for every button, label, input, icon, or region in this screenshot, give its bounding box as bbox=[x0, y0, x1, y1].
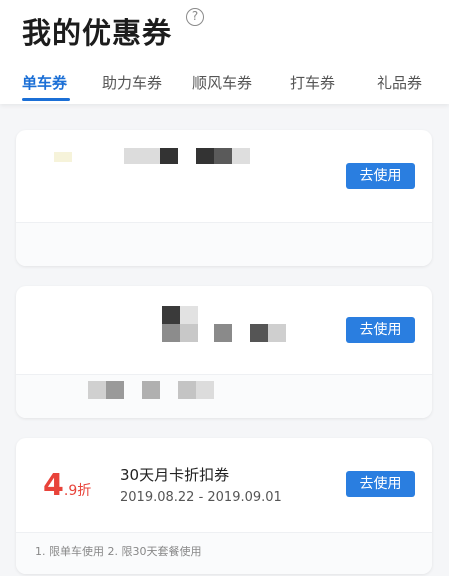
discount-main: 4 bbox=[43, 468, 64, 503]
coupon-footer bbox=[16, 222, 432, 266]
use-coupon-button[interactable]: 去使用 bbox=[346, 317, 415, 343]
tab-bike[interactable]: 单车券 bbox=[22, 72, 67, 93]
redacted-block bbox=[250, 324, 268, 342]
tab-active-indicator bbox=[22, 98, 70, 101]
redacted-block bbox=[268, 324, 286, 342]
use-coupon-button[interactable]: 去使用 bbox=[346, 163, 415, 189]
coupon-validity: 2019.08.22 - 2019.09.01 bbox=[120, 490, 282, 505]
page-header: 我的优惠券 ? 单车券 助力车券 顺风车券 打车券 礼品券 bbox=[0, 0, 449, 104]
coupon-card: 4.9折 30天月卡折扣券 2019.08.22 - 2019.09.01 去使… bbox=[16, 438, 432, 574]
coupon-card: 去使用 bbox=[16, 286, 432, 418]
redacted-block bbox=[214, 148, 232, 164]
coupon-footer bbox=[16, 374, 432, 418]
redacted-block bbox=[196, 381, 214, 399]
redacted-block bbox=[178, 381, 196, 399]
redacted-block bbox=[214, 324, 232, 342]
use-coupon-button[interactable]: 去使用 bbox=[346, 471, 415, 497]
redacted-block bbox=[180, 324, 198, 342]
redacted-block bbox=[196, 148, 214, 164]
coupon-footer: 1. 限单车使用 2. 限30天套餐使用 bbox=[16, 532, 432, 574]
tab-taxi[interactable]: 打车券 bbox=[290, 72, 335, 93]
discount-value: 4.9折 bbox=[43, 468, 91, 503]
redacted-block bbox=[106, 381, 124, 399]
tab-gift[interactable]: 礼品券 bbox=[377, 72, 422, 93]
help-icon[interactable]: ? bbox=[186, 8, 204, 26]
redacted-block bbox=[180, 306, 198, 324]
tab-carpool[interactable]: 顺风车券 bbox=[192, 72, 252, 93]
coupon-name: 30天月卡折扣券 bbox=[120, 466, 230, 484]
coupon-tabs: 单车券 助力车券 顺风车券 打车券 礼品券 bbox=[0, 62, 449, 102]
redacted-block bbox=[162, 306, 180, 324]
redacted-block bbox=[160, 148, 178, 164]
tab-ebike[interactable]: 助力车券 bbox=[102, 72, 162, 93]
redacted-block bbox=[54, 152, 72, 162]
redacted-block bbox=[162, 324, 180, 342]
discount-suffix: .9折 bbox=[63, 483, 92, 499]
redacted-block bbox=[124, 148, 160, 164]
redacted-block bbox=[88, 381, 106, 399]
page-title: 我的优惠券 bbox=[22, 16, 173, 50]
coupon-restriction-note: 1. 限单车使用 2. 限30天套餐使用 bbox=[35, 545, 202, 558]
coupon-card: 去使用 bbox=[16, 130, 432, 266]
redacted-block bbox=[232, 148, 250, 164]
redacted-block bbox=[142, 381, 160, 399]
